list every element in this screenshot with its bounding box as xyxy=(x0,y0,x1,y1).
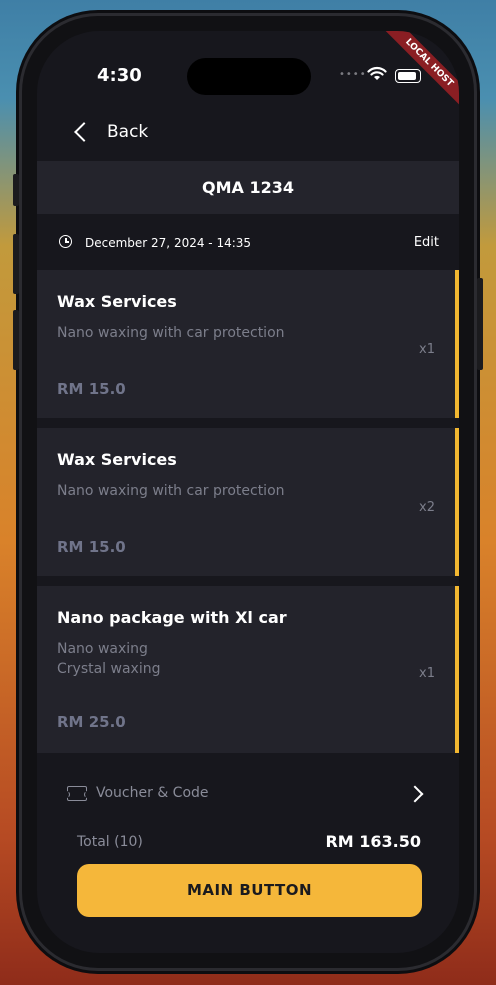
dynamic-island xyxy=(187,58,311,95)
service-quantity: x1 xyxy=(419,342,435,357)
main-button[interactable]: MAIN BUTTON xyxy=(77,864,422,917)
ticket-icon xyxy=(63,786,91,801)
total-label: Total (10) xyxy=(77,834,143,850)
service-card[interactable]: Nano package with Xl car Nano waxing Cry… xyxy=(37,586,459,753)
phone-frame: 4:30 •••• LOCAL HOST Back QMA 1234 Decem… xyxy=(13,16,483,968)
service-description: Nano waxing with car protection xyxy=(57,325,285,341)
service-list: Wax Services Nano waxing with car protec… xyxy=(37,270,459,753)
service-quantity: x1 xyxy=(419,666,435,681)
clock-icon xyxy=(59,235,72,248)
service-description: Nano waxing with car protection xyxy=(57,483,285,499)
battery-icon xyxy=(395,69,421,83)
service-description: Nano waxing xyxy=(57,641,148,657)
status-bar: 4:30 •••• LOCAL HOST xyxy=(37,31,459,112)
voucher-label: Voucher & Code xyxy=(96,785,209,801)
service-price: RM 15.0 xyxy=(57,538,126,556)
service-title: Wax Services xyxy=(57,450,177,469)
service-price: RM 15.0 xyxy=(57,380,126,398)
service-title: Wax Services xyxy=(57,292,177,311)
plate-number: QMA 1234 xyxy=(201,178,294,197)
chevron-left-icon xyxy=(74,122,94,142)
booking-datetime-row: December 27, 2024 - 14:35 Edit xyxy=(37,214,459,270)
back-button[interactable]: Back xyxy=(67,111,167,151)
booking-datetime: December 27, 2024 - 14:35 xyxy=(85,236,252,250)
volume-up-button xyxy=(13,234,19,294)
power-button xyxy=(477,278,483,370)
nav-bar: Back xyxy=(37,101,459,161)
service-price: RM 25.0 xyxy=(57,713,126,731)
action-button xyxy=(13,174,19,206)
card-divider xyxy=(37,418,459,428)
service-description: Crystal waxing xyxy=(57,661,161,677)
voucher-row[interactable]: Voucher & Code xyxy=(37,774,459,814)
total-value: RM 163.50 xyxy=(325,832,421,851)
service-title: Nano package with Xl car xyxy=(57,608,287,627)
volume-down-button xyxy=(13,310,19,370)
plate-header: QMA 1234 xyxy=(37,161,459,214)
service-card[interactable]: Wax Services Nano waxing with car protec… xyxy=(37,428,459,576)
wifi-icon xyxy=(367,66,387,80)
service-quantity: x2 xyxy=(419,500,435,515)
status-time: 4:30 xyxy=(97,65,142,86)
back-label: Back xyxy=(107,122,149,142)
app-screen: 4:30 •••• LOCAL HOST Back QMA 1234 Decem… xyxy=(37,31,459,953)
chevron-right-icon xyxy=(406,785,424,803)
signal-dots-icon: •••• xyxy=(339,69,367,80)
edit-button[interactable]: Edit xyxy=(414,235,439,250)
card-divider xyxy=(37,576,459,586)
service-card[interactable]: Wax Services Nano waxing with car protec… xyxy=(37,270,459,418)
